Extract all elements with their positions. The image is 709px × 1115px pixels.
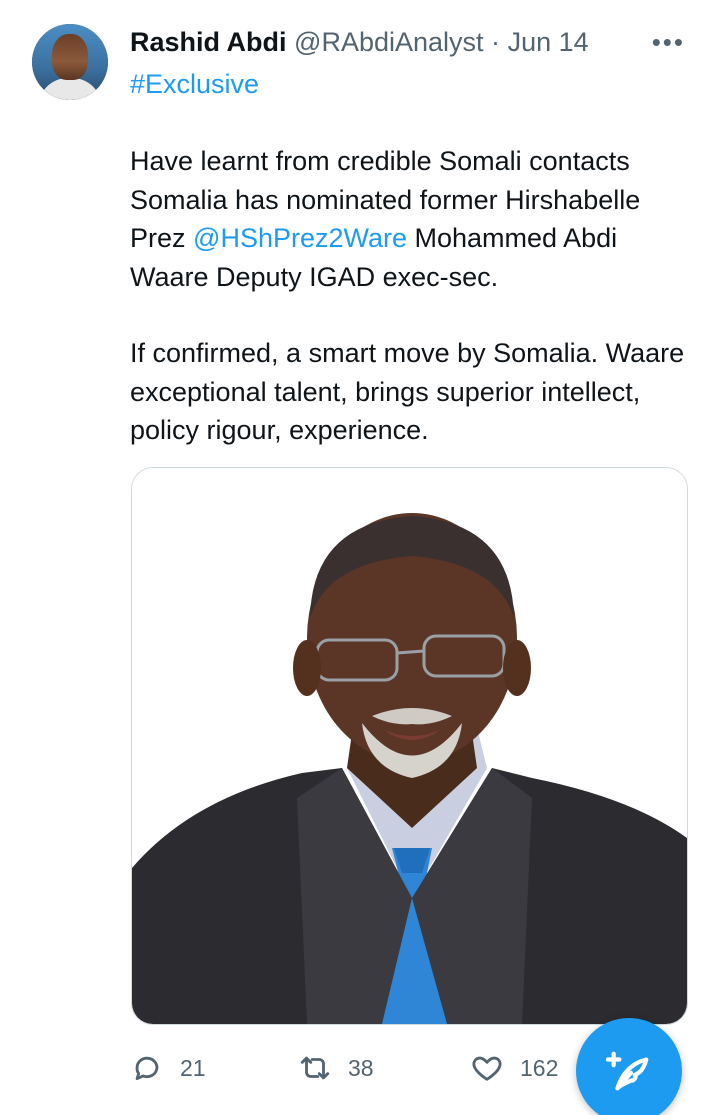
tweet-photo[interactable] <box>131 467 688 1025</box>
retweet-button[interactable]: 38 <box>298 1048 374 1088</box>
mention-link[interactable]: @HShPrez2Ware <box>193 223 407 253</box>
tweet-header: Rashid Abdi @RAbdiAnalyst · Jun 14 <box>130 26 589 58</box>
tweet-paragraph-1: Have learnt from credible Somali contact… <box>130 142 690 296</box>
tweet-text: Have learnt from credible Somali contact… <box>130 142 690 450</box>
tweet-date[interactable]: Jun 14 <box>508 27 589 57</box>
compose-button[interactable] <box>576 1018 682 1115</box>
author-name[interactable]: Rashid Abdi <box>130 27 287 57</box>
like-count: 162 <box>520 1054 559 1081</box>
reply-button[interactable]: 21 <box>130 1048 206 1088</box>
retweet-icon <box>300 1056 330 1080</box>
like-button[interactable]: 162 <box>470 1048 558 1088</box>
retweet-count: 38 <box>348 1054 374 1081</box>
portrait-photo <box>132 468 687 1024</box>
header-separator: · <box>491 27 501 57</box>
avatar[interactable] <box>32 24 108 100</box>
compose-icon <box>606 1051 649 1091</box>
heart-icon <box>472 1056 502 1081</box>
hashtag-line: #Exclusive <box>130 67 259 101</box>
author-handle[interactable]: @RAbdiAnalyst <box>294 27 484 57</box>
tweet-paragraph-2: If confirmed, a smart move by Somalia. W… <box>130 338 685 445</box>
more-icon[interactable]: ••• <box>652 29 685 55</box>
hashtag-link[interactable]: #Exclusive <box>130 69 259 99</box>
reply-count: 21 <box>180 1054 206 1081</box>
tweet: Rashid Abdi @RAbdiAnalyst · Jun 14 ••• #… <box>0 0 709 1115</box>
reply-icon <box>135 1056 159 1081</box>
